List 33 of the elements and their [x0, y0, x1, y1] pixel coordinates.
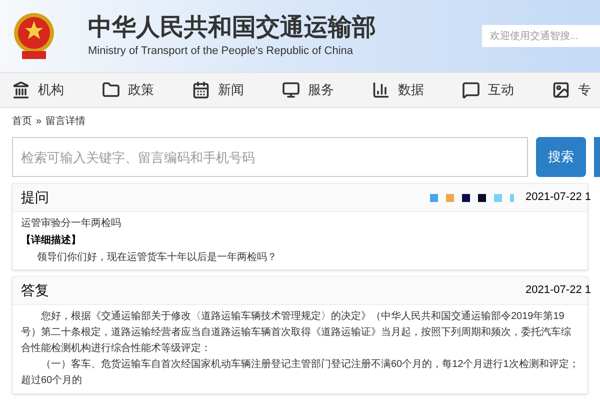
- folder-icon: [102, 81, 120, 99]
- nav-link[interactable]: 数据: [372, 80, 424, 100]
- building-icon: [12, 81, 30, 99]
- image-icon: [552, 81, 570, 99]
- site-subtitle: Ministry of Transport of the People's Republic of China: [88, 44, 354, 59]
- nav-link[interactable]: 机构: [12, 80, 64, 100]
- question-title: 运管审验分一年两检吗: [21, 216, 122, 231]
- section-heading: 提问: [21, 188, 49, 207]
- date-text: 2021-07-22 1: [526, 283, 591, 298]
- emblem-icon: [12, 11, 56, 61]
- bar-chart-icon: [372, 81, 390, 99]
- nav-link[interactable]: 服务: [282, 80, 334, 100]
- search-button[interactable]: 搜索: [536, 137, 586, 177]
- chat-icon: [462, 81, 480, 99]
- search-field[interactable]: 检索可输入关键字、留言编码和手机号码: [12, 137, 528, 177]
- nav-link[interactable]: 专: [552, 80, 591, 100]
- breadcrumb-link[interactable]: 首页: [12, 114, 32, 129]
- breadcrumb-separator: »: [36, 115, 42, 129]
- answer-paragraph: 您好，根据《交通运输部关于修改〈道路运输车辆技术管理规定〉的决定》（中华人民共和国交通运输部令2019年第19号）第二十条根定，道路运输经营者应当自道路运输车辆首次取得《道路运输证》当月起，按照下列周期和频次，委托汽车综合性能检测机构进行综合性能术等级评定：: [21, 310, 572, 356]
- site-search-field[interactable]: 欢迎使用交通智搜...: [482, 25, 600, 47]
- nav-link[interactable]: 互动: [462, 80, 514, 100]
- section-heading: 答复: [21, 281, 49, 300]
- breadcrumb-link[interactable]: 留言详情: [46, 114, 86, 129]
- question-text: 领导们你们好，现在运管货车十年以后是一年两检吗？: [36, 250, 278, 265]
- detail-label: 【详细描述】: [21, 233, 82, 248]
- date-text: 2021-07-22 1: [526, 190, 591, 206]
- answer-paragraph: （一）客车、危货运输车自首次经国家机动车辆注册登记主管部门登记注册不满60个月的，每12个月进行1次检测和评定；超过60个月的: [21, 358, 579, 388]
- site-title: 中华人民共和国交通运输部: [88, 12, 376, 43]
- calendar-icon: [192, 81, 210, 99]
- nav-link[interactable]: 新闻: [192, 80, 244, 100]
- button-edge: [594, 137, 600, 177]
- nav-link[interactable]: 政策: [102, 80, 154, 100]
- monitor-icon: [282, 81, 300, 99]
